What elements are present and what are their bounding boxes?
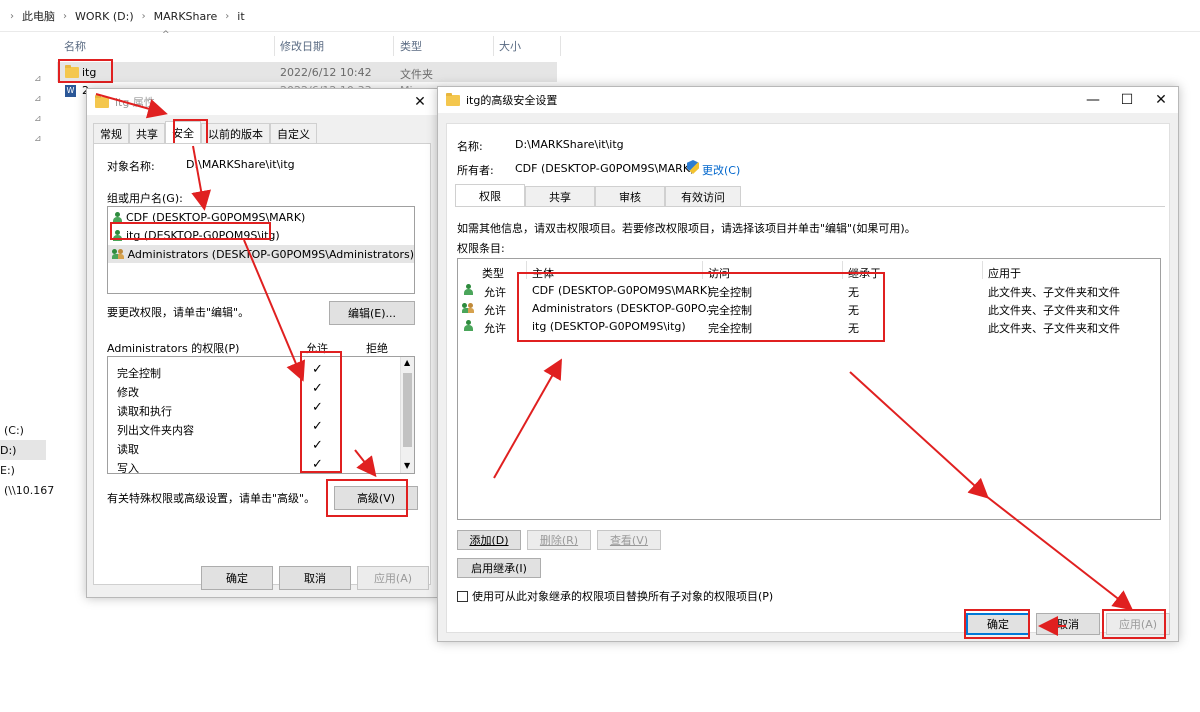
arrow: [96, 94, 164, 113]
annotation-arrows: [0, 0, 1200, 712]
arrow: [494, 362, 560, 478]
arrow: [244, 240, 302, 378]
arrow: [986, 496, 1130, 608]
arrow: [193, 146, 204, 207]
arrow: [850, 372, 986, 496]
arrow: [355, 450, 374, 474]
